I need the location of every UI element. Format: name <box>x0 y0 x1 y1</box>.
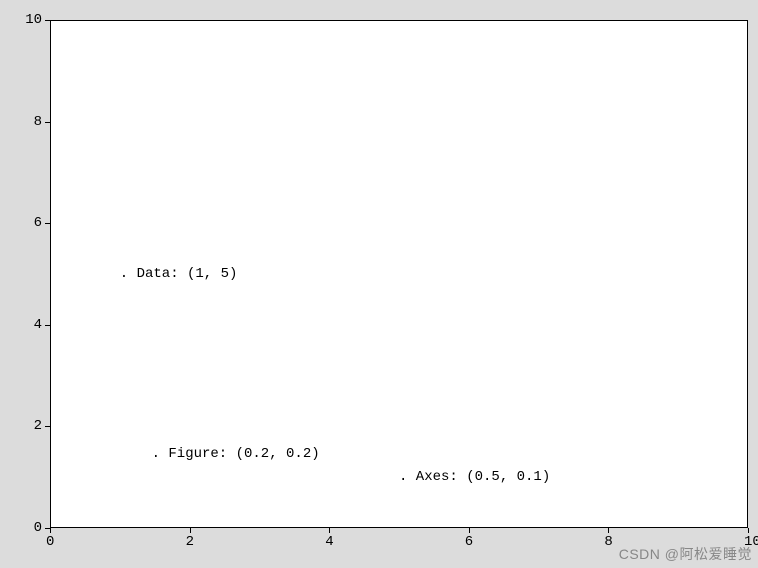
y-tick-label: 6 <box>34 215 42 231</box>
annotation-text: . Data: (1, 5) <box>120 266 238 282</box>
y-tick-mark <box>45 426 50 427</box>
annotation-text: . Figure: (0.2, 0.2) <box>152 446 320 462</box>
x-tick-label: 0 <box>46 534 54 550</box>
y-tick-mark <box>45 223 50 224</box>
y-tick-mark <box>45 528 50 529</box>
y-tick-label: 4 <box>34 317 42 333</box>
y-tick-mark <box>45 20 50 21</box>
annotation-text: . Axes: (0.5, 0.1) <box>399 469 550 485</box>
y-tick-label: 8 <box>34 114 42 130</box>
x-tick-mark <box>50 528 51 533</box>
y-tick-mark <box>45 325 50 326</box>
y-tick-label: 0 <box>34 520 42 536</box>
x-tick-mark <box>608 528 609 533</box>
x-tick-mark <box>748 528 749 533</box>
y-tick-mark <box>45 122 50 123</box>
y-tick-label: 10 <box>25 12 42 28</box>
x-tick-label: 8 <box>604 534 612 550</box>
figure-canvas: 02468100246810 . Data: (1, 5). Figure: (… <box>0 0 758 568</box>
watermark-text: CSDN @阿松爱睡觉 <box>619 544 752 564</box>
x-tick-mark <box>469 528 470 533</box>
x-tick-label: 4 <box>325 534 333 550</box>
x-tick-label: 6 <box>465 534 473 550</box>
x-tick-mark <box>329 528 330 533</box>
y-tick-label: 2 <box>34 418 42 434</box>
x-tick-mark <box>190 528 191 533</box>
x-tick-label: 2 <box>186 534 194 550</box>
